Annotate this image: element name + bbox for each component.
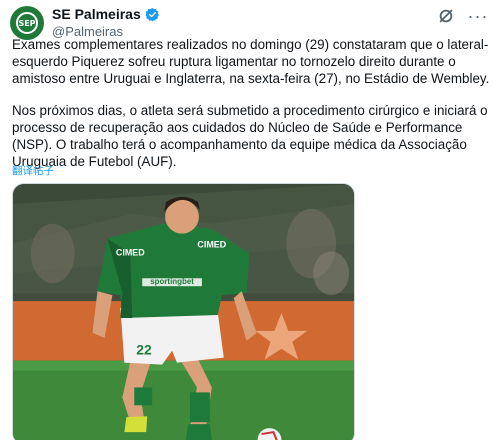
translate-post-link[interactable]: 翻译帖子 [12,163,54,178]
avatar[interactable]: SEP [10,6,44,40]
palmeiras-crest-icon: SEP [16,12,38,34]
tweet-text: Exames complementares realizados no domi… [12,37,492,171]
jersey-number-text: 22 [136,342,152,358]
tweet-photo[interactable]: CIMED CIMED sportingbet 22 [12,183,355,440]
tweet-actions-top: ··· [436,6,488,26]
more-options-icon[interactable]: ··· [468,6,488,26]
avatar-text: SEP [18,18,36,28]
display-name-row: SE Palmeiras [52,6,160,22]
tweet-paragraph-1: Exames complementares realizados no domi… [12,37,490,86]
author-display-name[interactable]: SE Palmeiras [52,6,141,22]
jersey-sponsor-text: sportingbet [150,277,194,286]
player-photo-illustration: CIMED CIMED sportingbet 22 [13,184,354,440]
verified-badge-icon[interactable] [145,7,160,22]
tweet-paragraph-2: Nos próximos dias, o atleta será submeti… [12,103,488,169]
jersey-sponsor-text: CIMED [116,247,145,257]
grok-icon[interactable] [436,6,456,26]
jersey-sponsor-text: CIMED [197,240,226,250]
author-names: SE Palmeiras @Palmeiras [52,6,160,39]
